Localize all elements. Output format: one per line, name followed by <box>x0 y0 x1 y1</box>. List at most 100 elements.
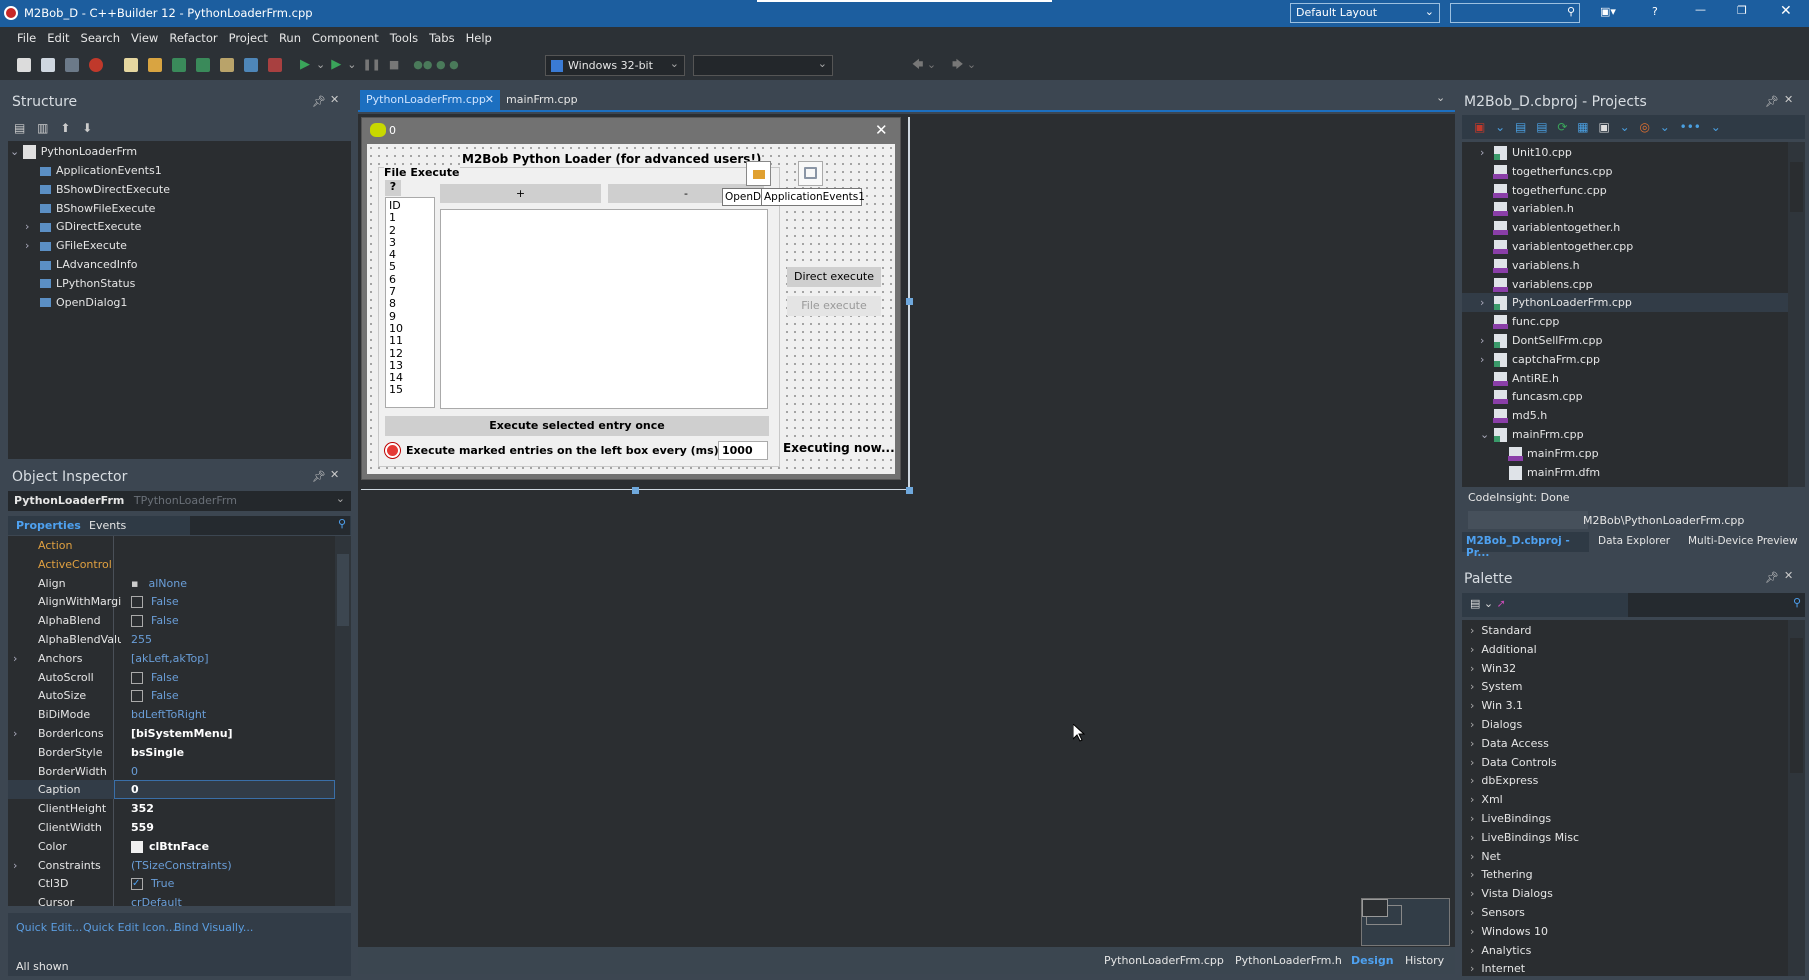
property-row[interactable]: ActiveControl <box>8 555 335 574</box>
pin-icon[interactable]: 📌︎ <box>1765 95 1779 108</box>
menu-view[interactable]: View <box>131 31 158 45</box>
close-button[interactable]: ✕ <box>1780 3 1792 19</box>
build-icon[interactable]: ▣ <box>1598 120 1609 134</box>
structure-item[interactable]: ApplicationEvents1 <box>28 161 162 180</box>
property-row[interactable]: Color clBtnFace <box>8 837 335 856</box>
palette-category[interactable]: › Win 3.1 <box>1470 696 1523 715</box>
scrollbar[interactable] <box>335 536 351 906</box>
toggle-form-icon[interactable] <box>243 58 258 72</box>
build-config-icon[interactable]: ▣ <box>1474 120 1485 134</box>
project-item[interactable]: variablentogether.cpp <box>1462 237 1788 256</box>
menu-tabs[interactable]: Tabs <box>429 31 454 45</box>
pin-icon[interactable]: 📌︎ <box>312 470 326 483</box>
execute-once-button[interactable]: Execute selected entry once <box>385 416 769 436</box>
caption-edit-input[interactable] <box>114 780 335 800</box>
id-list-item[interactable]: 1 <box>389 211 431 224</box>
structure-item[interactable]: OpenDialog1 <box>28 293 127 312</box>
new-icon[interactable] <box>17 58 31 72</box>
tab-pythonloaderfrm-cpp[interactable]: PythonLoaderFrm.cpp ✕ <box>360 90 500 111</box>
property-value[interactable]: [akLeft,akTop] <box>131 649 209 668</box>
checkbox-checked-icon[interactable]: ✓ <box>131 878 143 891</box>
palette-menu-icon[interactable]: ▤ ⌄ <box>1470 597 1493 610</box>
property-value[interactable]: 559 <box>131 818 154 837</box>
layout-select[interactable]: Default Layout ⌄ <box>1290 3 1440 23</box>
chevron-right-icon[interactable]: › <box>13 724 17 743</box>
pin-icon[interactable]: 📌︎ <box>1765 571 1779 584</box>
tab-h-file[interactable]: PythonLoaderFrm.h <box>1235 954 1342 967</box>
target-icon[interactable]: ◎ <box>1639 120 1649 134</box>
designed-form[interactable]: 0 ✕ M2Bob Python Loader (for advanced us… <box>361 117 901 480</box>
property-value[interactable]: False <box>131 686 179 705</box>
property-value[interactable]: 352 <box>131 799 154 818</box>
project-item[interactable]: › captchaFrm.cpp <box>1462 350 1788 369</box>
palette-category[interactable]: › Additional <box>1470 640 1537 659</box>
quick-edit-link[interactable]: Quick Edit... <box>16 921 82 934</box>
checkbox-icon[interactable] <box>131 671 143 684</box>
property-row[interactable]: › Anchors [akLeft,akTop] <box>8 649 335 668</box>
project-item[interactable]: variablentogether.h <box>1462 218 1788 237</box>
scrollbar[interactable] <box>1788 620 1805 976</box>
remove-file-icon[interactable]: ▤ <box>1536 120 1547 134</box>
menu-edit[interactable]: Edit <box>47 31 69 45</box>
menu-component[interactable]: Component <box>312 31 379 45</box>
project-item[interactable]: md5.h <box>1462 406 1788 425</box>
chevron-right-icon[interactable]: › <box>1480 143 1484 162</box>
refresh-icon[interactable]: ⟳ <box>1557 120 1567 134</box>
id-list-item[interactable]: 12 <box>389 347 431 360</box>
project-item[interactable]: togetherfunc.cpp <box>1462 181 1788 200</box>
save-all-icon[interactable] <box>195 58 210 72</box>
menu-tools[interactable]: Tools <box>390 31 418 45</box>
property-value[interactable]: 255 <box>131 630 152 649</box>
tab-projects[interactable]: M2Bob_D.cbproj - Pr... <box>1462 532 1589 559</box>
palette-category[interactable]: › Analytics <box>1470 941 1531 960</box>
palette-category[interactable]: › LiveBindings <box>1470 809 1551 828</box>
project-item[interactable]: › DontSellFrm.cpp <box>1462 331 1788 350</box>
palette-category[interactable]: › Xml <box>1470 790 1503 809</box>
application-events-component-icon[interactable] <box>798 161 823 186</box>
project-item[interactable]: togetherfuncs.cpp <box>1462 162 1788 181</box>
palette-category[interactable]: › Dialogs <box>1470 715 1522 734</box>
tab-mainfrm-cpp[interactable]: mainFrm.cpp <box>506 93 578 106</box>
property-row[interactable]: Cursor crDefault <box>8 893 335 906</box>
design-minimap[interactable] <box>1361 898 1450 946</box>
structure-item[interactable]: › GFileExecute <box>25 236 127 255</box>
property-value[interactable]: False <box>131 611 179 630</box>
bind-visually-link[interactable]: Bind Visually... <box>174 921 253 934</box>
restore-button[interactable]: ❐ <box>1737 4 1747 17</box>
tab-design[interactable]: Design <box>1351 954 1394 967</box>
property-row[interactable]: BorderStyle bsSingle <box>8 743 335 762</box>
ide-search-input[interactable]: ⚲ <box>1450 3 1580 23</box>
tab-cpp-file[interactable]: PythonLoaderFrm.cpp <box>1104 954 1224 967</box>
property-row[interactable]: AlphaBlend False <box>8 611 335 630</box>
add-file-icon[interactable]: ▤ <box>1515 120 1526 134</box>
chevron-right-icon[interactable]: › <box>25 217 29 236</box>
project-item[interactable]: variablens.cpp <box>1462 275 1788 294</box>
sync-icon[interactable]: ▦ <box>1577 120 1588 134</box>
structure-item[interactable]: › GDirectExecute <box>25 217 141 236</box>
property-value[interactable]: bdLeftToRight <box>131 705 206 724</box>
object-selector[interactable]: PythonLoaderFrm TPythonLoaderFrm ⌄ <box>8 491 351 511</box>
select-pointer-icon[interactable]: ➚ <box>1497 597 1506 610</box>
id-listbox[interactable]: ID 1 2 3 4 5 6 7 8 9 10 11 12 13 14 15 <box>385 197 435 408</box>
project-item[interactable]: funcasm.cpp <box>1462 387 1788 406</box>
script-memo[interactable] <box>440 209 768 409</box>
property-row[interactable]: BiDiMode bdLeftToRight <box>8 705 335 724</box>
property-row[interactable]: AlignWithMargins False <box>8 592 335 611</box>
palette-category[interactable]: › LiveBindings Misc <box>1470 828 1579 847</box>
palette-category[interactable]: › Standard <box>1470 621 1531 640</box>
structure-item[interactable]: BShowDirectExecute <box>28 180 170 199</box>
palette-category[interactable]: › dbExpress <box>1470 771 1538 790</box>
property-value[interactable]: 0 <box>131 762 138 781</box>
close-panel-icon[interactable]: ✕ <box>1784 569 1793 582</box>
palette-category[interactable]: › Internet <box>1470 959 1525 976</box>
tab-properties[interactable]: Properties <box>16 519 81 532</box>
checkbox-icon[interactable] <box>131 596 143 609</box>
tab-data-explorer[interactable]: Data Explorer <box>1598 535 1670 547</box>
file-execute-button[interactable]: File execute <box>787 296 881 316</box>
checkbox-icon[interactable] <box>131 615 143 628</box>
delete-icon[interactable]: ▥ <box>37 121 48 135</box>
forward-icon[interactable]: 🡆 ⌄ <box>952 56 976 75</box>
property-value[interactable]: crDefault <box>131 893 182 906</box>
add-button[interactable]: + <box>440 184 601 203</box>
help-button[interactable]: ? <box>385 180 401 196</box>
